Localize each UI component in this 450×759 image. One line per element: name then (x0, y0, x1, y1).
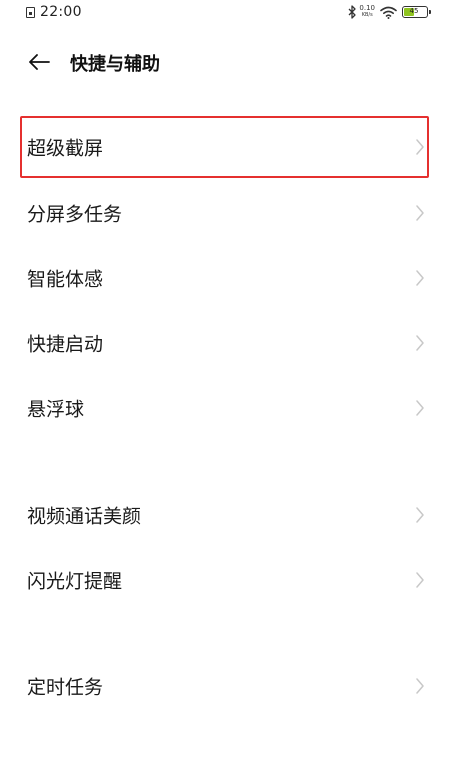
back-button[interactable] (24, 48, 54, 76)
super-screenshot-item[interactable]: 超级截屏 (20, 116, 429, 178)
smart-motion-item[interactable]: 智能体感 (20, 247, 429, 309)
battery-level: 45 (409, 7, 419, 15)
network-speed-value: 0.10 (359, 4, 375, 12)
item-label: 超级截屏 (27, 137, 104, 160)
item-label: 定时任务 (27, 676, 104, 699)
status-left: 22:00 (26, 2, 82, 22)
chevron-right-icon (416, 507, 424, 523)
bluetooth-icon (348, 5, 357, 19)
item-label: 视频通话美颜 (27, 505, 142, 528)
wifi-icon (380, 6, 397, 19)
chevron-right-icon (416, 139, 424, 155)
scheduled-tasks-item[interactable]: 定时任务 (20, 655, 429, 717)
status-right: 0.10 KB/s 45 (347, 3, 431, 21)
battery-icon: 45 (402, 6, 431, 18)
chevron-right-icon (416, 205, 424, 221)
network-speed: 0.10 KB/s (359, 5, 375, 19)
item-label: 闪光灯提醒 (27, 570, 123, 593)
arrow-left-icon (29, 54, 50, 70)
network-speed-unit: KB/s (361, 12, 373, 18)
chevron-right-icon (416, 270, 424, 286)
chevron-right-icon (416, 335, 424, 351)
quick-launch-item[interactable]: 快捷启动 (20, 312, 429, 374)
header: 快捷与辅助 (0, 40, 450, 84)
status-time: 22:00 (40, 4, 82, 20)
chevron-right-icon (416, 678, 424, 694)
chevron-right-icon (416, 400, 424, 416)
item-label: 快捷启动 (27, 333, 104, 356)
item-label: 智能体感 (27, 268, 104, 291)
item-label: 分屏多任务 (27, 203, 123, 226)
item-label: 悬浮球 (27, 398, 85, 421)
sim-icon (26, 6, 35, 18)
split-screen-item[interactable]: 分屏多任务 (20, 182, 429, 244)
page-title: 快捷与辅助 (70, 54, 160, 75)
status-bar: 22:00 0.10 KB/s 45 (0, 0, 450, 24)
floating-ball-item[interactable]: 悬浮球 (20, 377, 429, 439)
flash-notification-item[interactable]: 闪光灯提醒 (20, 549, 429, 611)
chevron-right-icon (416, 572, 424, 588)
video-call-beauty-item[interactable]: 视频通话美颜 (20, 484, 429, 546)
